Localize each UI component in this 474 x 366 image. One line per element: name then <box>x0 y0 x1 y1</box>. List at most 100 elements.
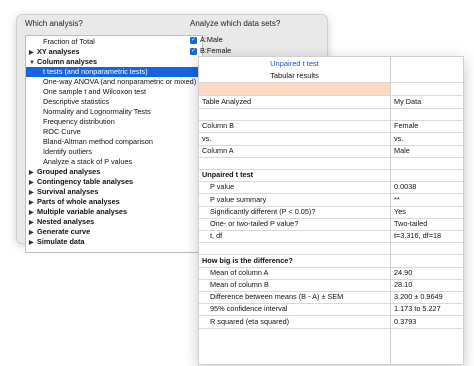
result-label: Unpaired t test <box>202 170 254 179</box>
dataset-row[interactable]: ✓ A:Male <box>190 35 223 45</box>
tree-item-label: t tests (and nonparametric tests) <box>43 67 148 76</box>
tree-analysis-item[interactable]: Normality and Lognormality Tests <box>26 107 202 117</box>
tree-item-label: One-way ANOVA (and nonparametric or mixe… <box>43 77 197 86</box>
result-value: My Data <box>394 97 422 106</box>
tree-group-item[interactable]: ▶ Generate curve <box>26 227 202 237</box>
result-row: P value 0.0038 <box>199 181 463 193</box>
results-subtitle: Tabular results <box>270 71 319 80</box>
result-label: Mean of column A <box>210 268 269 277</box>
result-row: vs. vs. <box>199 133 463 145</box>
result-value: Female <box>394 121 419 130</box>
result-row: P value summary ** <box>199 194 463 206</box>
tree-group-item[interactable]: ▶ XY analyses <box>26 47 202 57</box>
tree-analysis-item[interactable]: Frequency distribution <box>26 117 202 127</box>
result-value: 28.10 <box>394 280 413 289</box>
result-label: Significantly different (P < 0.05)? <box>210 207 316 216</box>
tree-group-item[interactable]: ▶ Multiple variable analyses <box>26 207 202 217</box>
tree-analysis-item[interactable]: One sample t and Wilcoxon test <box>26 87 202 97</box>
tree-item-label: Bland-Altman method comparison <box>43 137 153 146</box>
result-row <box>199 108 463 120</box>
tree-analysis-item[interactable]: t tests (and nonparametric tests) <box>26 67 202 77</box>
result-label: Difference between means (B - A) ± SEM <box>210 292 344 301</box>
tree-group-item[interactable]: ▶ Contingency table analyses <box>26 177 202 187</box>
tree-group-item[interactable]: ▶ Survival analyses <box>26 187 202 197</box>
result-value: 0.0038 <box>394 182 417 191</box>
tree-group-item[interactable]: ▶ Simulate data <box>26 237 202 247</box>
dataset-checkbox[interactable]: ✓ <box>190 36 197 44</box>
tree-item-label: One sample t and Wilcoxon test <box>43 87 147 96</box>
result-value: vs. <box>394 134 404 143</box>
tree-item-label: Multiple variable analyses <box>37 207 128 216</box>
tree-item-label: Nested analyses <box>37 217 95 226</box>
tree-item-label: Generate curve <box>37 227 91 236</box>
which-analysis-label: Which analysis? <box>25 19 83 28</box>
tree-analysis-item[interactable]: ROC Curve <box>26 127 202 137</box>
dataset-label: B:Female <box>200 46 232 55</box>
result-label: Mean of column B <box>210 280 269 289</box>
tree-group-item[interactable]: ▶ Grouped analyses <box>26 167 202 177</box>
tree-group-item[interactable]: ▶ Parts of whole analyses <box>26 197 202 207</box>
tree-item-label: ROC Curve <box>43 127 81 136</box>
result-row: Mean of column B 28.10 <box>199 279 463 291</box>
tree-item-label: Identify outliers <box>43 147 93 156</box>
tree-group-item[interactable]: ▶ Nested analyses <box>26 217 202 227</box>
result-row: Column B Female <box>199 120 463 132</box>
result-row: Column A Male <box>199 145 463 157</box>
result-row: One- or two-tailed P value? Two-tailed <box>199 218 463 230</box>
dataset-row[interactable]: ✓ B:Female <box>190 46 231 56</box>
result-value: 3.200 ± 0.9649 <box>394 292 443 301</box>
result-label: P value <box>210 182 235 191</box>
tree-item-label: Normality and Lognormality Tests <box>43 107 151 116</box>
tree-item-label: XY analyses <box>37 47 80 56</box>
section-header-row: How big is the difference? <box>199 255 463 267</box>
result-label: P value summary <box>210 195 267 204</box>
result-label: Column A <box>202 146 234 155</box>
result-value: Yes <box>394 207 406 216</box>
result-row: t, df t=3.316, df=18 <box>199 230 463 242</box>
result-value: ** <box>394 195 400 204</box>
tree-analysis-item[interactable]: Analyze a stack of P values <box>26 157 202 167</box>
dataset-label: A:Male <box>200 35 223 44</box>
result-value: Male <box>394 146 410 155</box>
column-title-row <box>199 83 390 95</box>
result-label: vs. <box>202 134 212 143</box>
tree-item-label: Contingency table analyses <box>37 177 134 186</box>
result-label: One- or two-tailed P value? <box>210 219 299 228</box>
tree-group-item[interactable]: ▼ Column analyses <box>26 57 202 67</box>
tree-item-label: Survival analyses <box>37 187 99 196</box>
result-row: R squared (eta squared) 0.3793 <box>199 316 463 328</box>
row-divider <box>199 328 463 329</box>
tree-item-label: Frequency distribution <box>43 117 115 126</box>
tree-item-label: Parts of whole analyses <box>37 197 120 206</box>
result-row: Significantly different (P < 0.05)? Yes <box>199 206 463 218</box>
tree-analysis-item[interactable]: Identify outliers <box>26 147 202 157</box>
analyze-datasets-label: Analyze which data sets? <box>190 19 281 28</box>
result-value: 24.90 <box>394 268 413 277</box>
tree-item-label: Analyze a stack of P values <box>43 157 133 166</box>
section-header-row: Unpaired t test <box>199 169 463 181</box>
tree-item-label: Simulate data <box>37 237 85 246</box>
column-divider <box>390 57 391 364</box>
dataset-checkbox[interactable]: ✓ <box>190 47 197 55</box>
tree-analysis-item[interactable]: Descriptive statistics <box>26 97 202 107</box>
tree-analysis-item[interactable]: One-way ANOVA (and nonparametric or mixe… <box>26 77 202 87</box>
result-label: Column B <box>202 121 235 130</box>
result-row <box>199 157 463 169</box>
result-label: R squared (eta squared) <box>210 317 290 326</box>
disclosure-collapsed-icon[interactable]: ▶ <box>29 238 37 248</box>
result-row: Difference between means (B - A) ± SEM 3.… <box>199 291 463 303</box>
result-value: 0.3793 <box>394 317 417 326</box>
analysis-tree[interactable]: Fraction of Total ▶ XY analyses ▼ Column ana… <box>25 35 203 253</box>
tree-analysis-item[interactable]: Fraction of Total <box>26 37 202 47</box>
result-row <box>199 242 463 254</box>
result-row: 95% confidence interval 1.173 to 5.227 <box>199 303 463 315</box>
result-value: t=3.316, df=18 <box>394 231 442 240</box>
result-label: t, df <box>210 231 223 240</box>
results-window: Unpaired t test Tabular results Table An… <box>198 56 464 365</box>
result-value: 1.173 to 5.227 <box>394 304 441 313</box>
tree-analysis-item[interactable]: Bland-Altman method comparison <box>26 137 202 147</box>
result-value: Two-tailed <box>394 219 428 228</box>
tree-item-label: Column analyses <box>37 57 98 66</box>
result-label: Table Analyzed <box>202 97 252 106</box>
result-label: 95% confidence interval <box>210 304 288 313</box>
